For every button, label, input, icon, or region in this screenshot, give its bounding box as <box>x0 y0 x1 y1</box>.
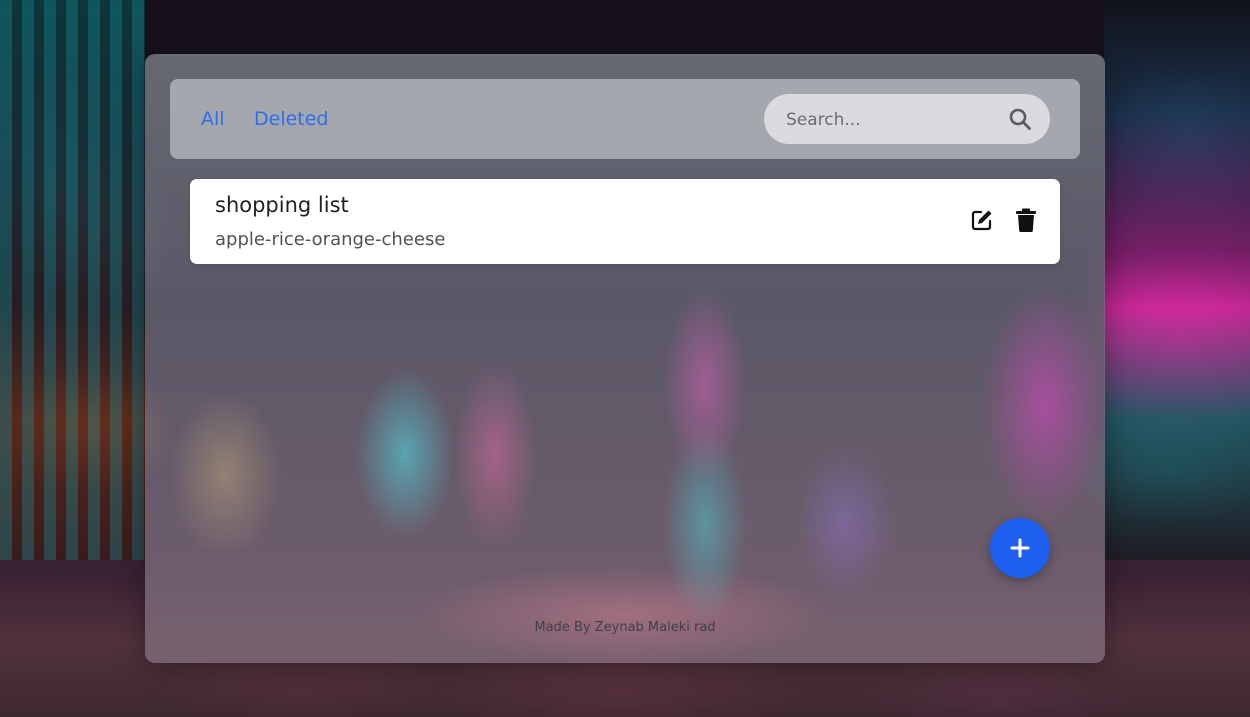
tab-all[interactable]: All <box>201 79 225 159</box>
notes-panel: All Deleted shopping list apple-rice-ora… <box>145 54 1105 663</box>
search-icon[interactable] <box>1008 107 1032 131</box>
plus-icon <box>1010 538 1030 558</box>
trash-icon[interactable] <box>1016 208 1036 232</box>
top-bar: All Deleted <box>170 79 1080 159</box>
search-input[interactable] <box>784 94 998 146</box>
tab-deleted[interactable]: Deleted <box>254 79 329 159</box>
edit-icon[interactable] <box>970 208 994 232</box>
note-body: apple-rice-orange-cheese <box>215 229 446 250</box>
add-note-button[interactable] <box>990 518 1050 578</box>
note-card[interactable]: shopping list apple-rice-orange-cheese <box>190 179 1060 264</box>
search-box <box>764 94 1050 146</box>
note-title: shopping list <box>215 193 349 217</box>
background-building-right <box>1104 0 1250 560</box>
background-building-left <box>0 0 145 560</box>
footer-credit: Made By Zeynab Maleki rad <box>534 620 716 635</box>
